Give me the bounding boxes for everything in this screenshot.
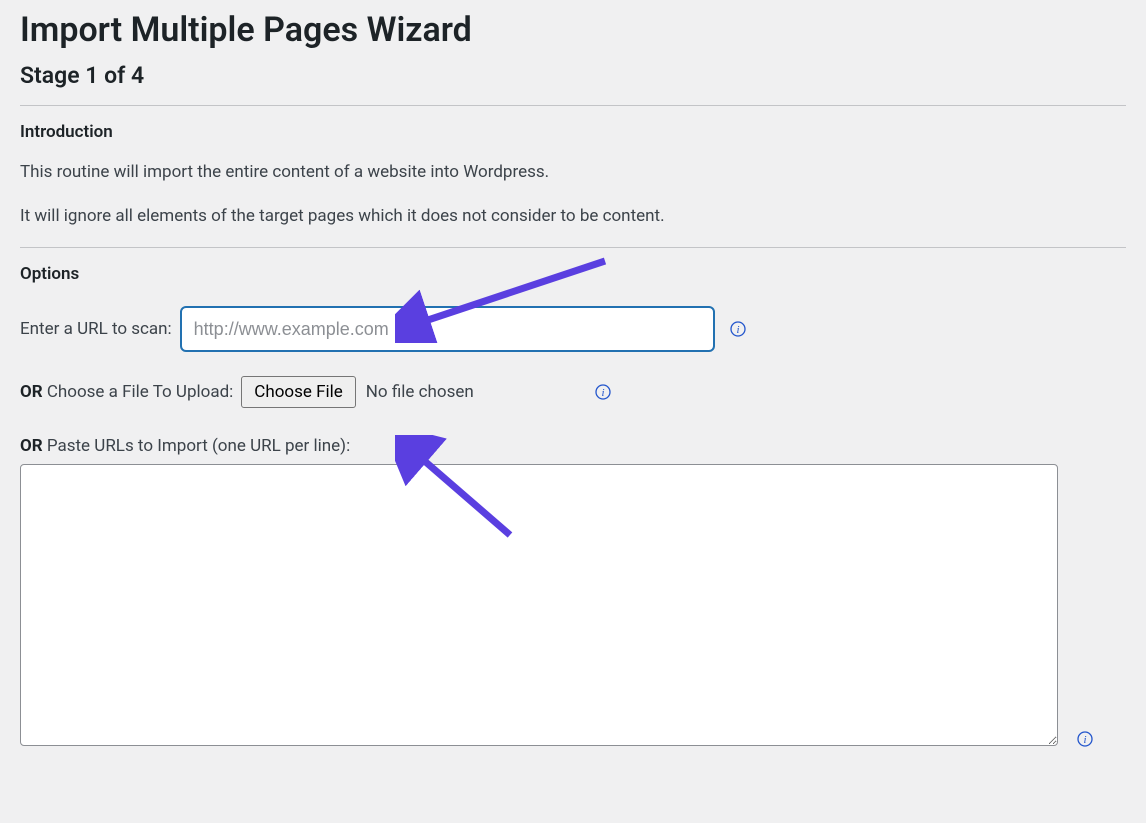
url-label: Enter a URL to scan:: [20, 319, 172, 339]
intro-text-1: This routine will import the entire cont…: [20, 160, 1126, 186]
info-icon[interactable]: i: [1076, 730, 1094, 748]
url-input[interactable]: [180, 306, 715, 352]
introduction-heading: Introduction: [20, 122, 1126, 142]
file-label: OR Choose a File To Upload:: [20, 382, 233, 402]
or-text: OR: [20, 436, 43, 456]
page-title: Import Multiple Pages Wizard: [20, 10, 1126, 50]
info-icon[interactable]: i: [594, 383, 612, 401]
info-icon[interactable]: i: [729, 320, 747, 338]
intro-text-2: It will ignore all elements of the targe…: [20, 204, 1126, 230]
or-text: OR: [20, 382, 43, 402]
paste-urls-textarea[interactable]: [20, 464, 1058, 746]
choose-file-button[interactable]: Choose File: [241, 376, 356, 408]
divider: [20, 105, 1126, 106]
options-heading: Options: [20, 264, 1126, 284]
divider: [20, 247, 1126, 248]
svg-text:i: i: [1083, 734, 1086, 746]
svg-text:i: i: [736, 324, 739, 336]
file-status: No file chosen: [366, 382, 474, 402]
paste-label: OR Paste URLs to Import (one URL per lin…: [20, 436, 350, 456]
svg-text:i: i: [601, 387, 604, 399]
stage-label: Stage 1 of 4: [20, 62, 1126, 89]
